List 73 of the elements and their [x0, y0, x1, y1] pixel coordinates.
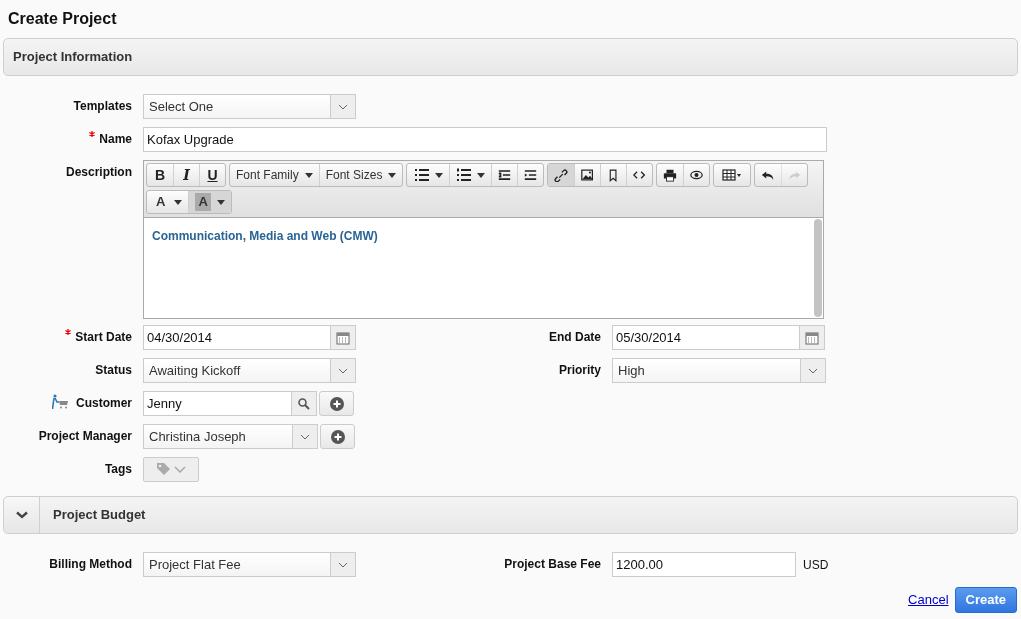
- section-title: Project Information: [13, 48, 133, 67]
- field-label: Customer: [76, 395, 132, 411]
- caret-icon: [216, 199, 225, 205]
- chevron-down-icon: [338, 103, 348, 110]
- collapse-toggle[interactable]: [4, 497, 40, 533]
- field-label: Priority: [559, 362, 601, 378]
- calendar-icon: [336, 330, 350, 345]
- toolbar-button[interactable]: U: [199, 164, 225, 186]
- chevron-down-icon: [338, 561, 348, 568]
- caret-icon: [304, 172, 313, 178]
- outdent-icon: [498, 168, 512, 182]
- caret-icon: [434, 172, 443, 178]
- chevron-down-icon: [174, 466, 186, 473]
- plus-circle-icon: [330, 429, 345, 444]
- toolbar-button[interactable]: [548, 164, 575, 186]
- tag-icon: [156, 462, 171, 477]
- dropdown[interactable]: Project Flat Fee: [143, 552, 356, 577]
- printer-icon: [663, 168, 678, 182]
- input-field[interactable]: Jenny: [143, 391, 292, 416]
- caret-icon: [174, 199, 183, 205]
- field-label: Billing Method: [49, 556, 132, 572]
- link-icon: [554, 168, 569, 182]
- section-title: Project Budget: [53, 506, 146, 525]
- input-field[interactable]: Kofax Upgrade: [143, 127, 827, 152]
- calendar-icon: [805, 330, 819, 345]
- toolbar-button[interactable]: I: [173, 164, 199, 186]
- table-icon: [722, 168, 743, 182]
- field-label: Templates: [73, 98, 132, 114]
- search-icon: [298, 397, 310, 410]
- field-label: Tags: [104, 461, 132, 477]
- chevron-icon: [15, 511, 28, 519]
- field-label: Project Manager: [38, 428, 132, 444]
- input-field[interactable]: 05/30/2014: [612, 325, 800, 350]
- field-label: Name: [99, 131, 132, 147]
- eye-icon: [690, 168, 704, 182]
- numbered-list-icon: [456, 168, 473, 182]
- add-button[interactable]: [319, 391, 354, 416]
- field-label: Description: [66, 164, 132, 180]
- caret-icon: [388, 172, 397, 178]
- calendar-button[interactable]: [800, 325, 825, 350]
- toolbar-button[interactable]: A: [188, 191, 231, 213]
- currency-label: USD: [803, 556, 829, 574]
- field-label: Start Date: [75, 329, 132, 345]
- indent-icon: [524, 168, 538, 182]
- create-button[interactable]: Create: [954, 587, 1017, 613]
- dropdown[interactable]: Christina Joseph: [143, 424, 318, 449]
- add-button[interactable]: [320, 424, 355, 449]
- person-with-cart-icon: [52, 394, 69, 409]
- calendar-button[interactable]: [331, 325, 356, 350]
- toolbar-button[interactable]: Font Family: [230, 164, 319, 186]
- field-label: End Date: [549, 329, 601, 345]
- dropdown[interactable]: Select One: [143, 94, 356, 119]
- dropdown[interactable]: High: [612, 358, 826, 383]
- input-field[interactable]: 1200.00: [612, 552, 796, 577]
- plus-circle-icon: [329, 396, 344, 411]
- toolbar-button[interactable]: A: [147, 191, 189, 213]
- field-label: Status: [95, 362, 132, 378]
- bullet-list-icon: [413, 168, 430, 182]
- input-field[interactable]: 04/30/2014: [143, 325, 331, 350]
- chevron-down-icon: [338, 367, 348, 374]
- toolbar-button[interactable]: Font Sizes: [318, 164, 403, 186]
- editor-content[interactable]: Communication, Media and Web (CMW): [144, 218, 814, 318]
- caret-icon: [477, 172, 486, 178]
- toolbar-button[interactable]: B: [147, 164, 173, 186]
- dropdown[interactable]: Awaiting Kickoff: [143, 358, 356, 383]
- cancel-link[interactable]: Cancel: [908, 590, 949, 610]
- search-button[interactable]: [292, 391, 317, 416]
- page-title: Create Project: [7, 9, 118, 29]
- field-label: Project Base Fee: [504, 556, 601, 572]
- chevron-down-icon: [808, 367, 818, 374]
- image-icon: [581, 168, 595, 182]
- code-icon: [633, 168, 647, 182]
- chevron-down-icon: [300, 433, 310, 440]
